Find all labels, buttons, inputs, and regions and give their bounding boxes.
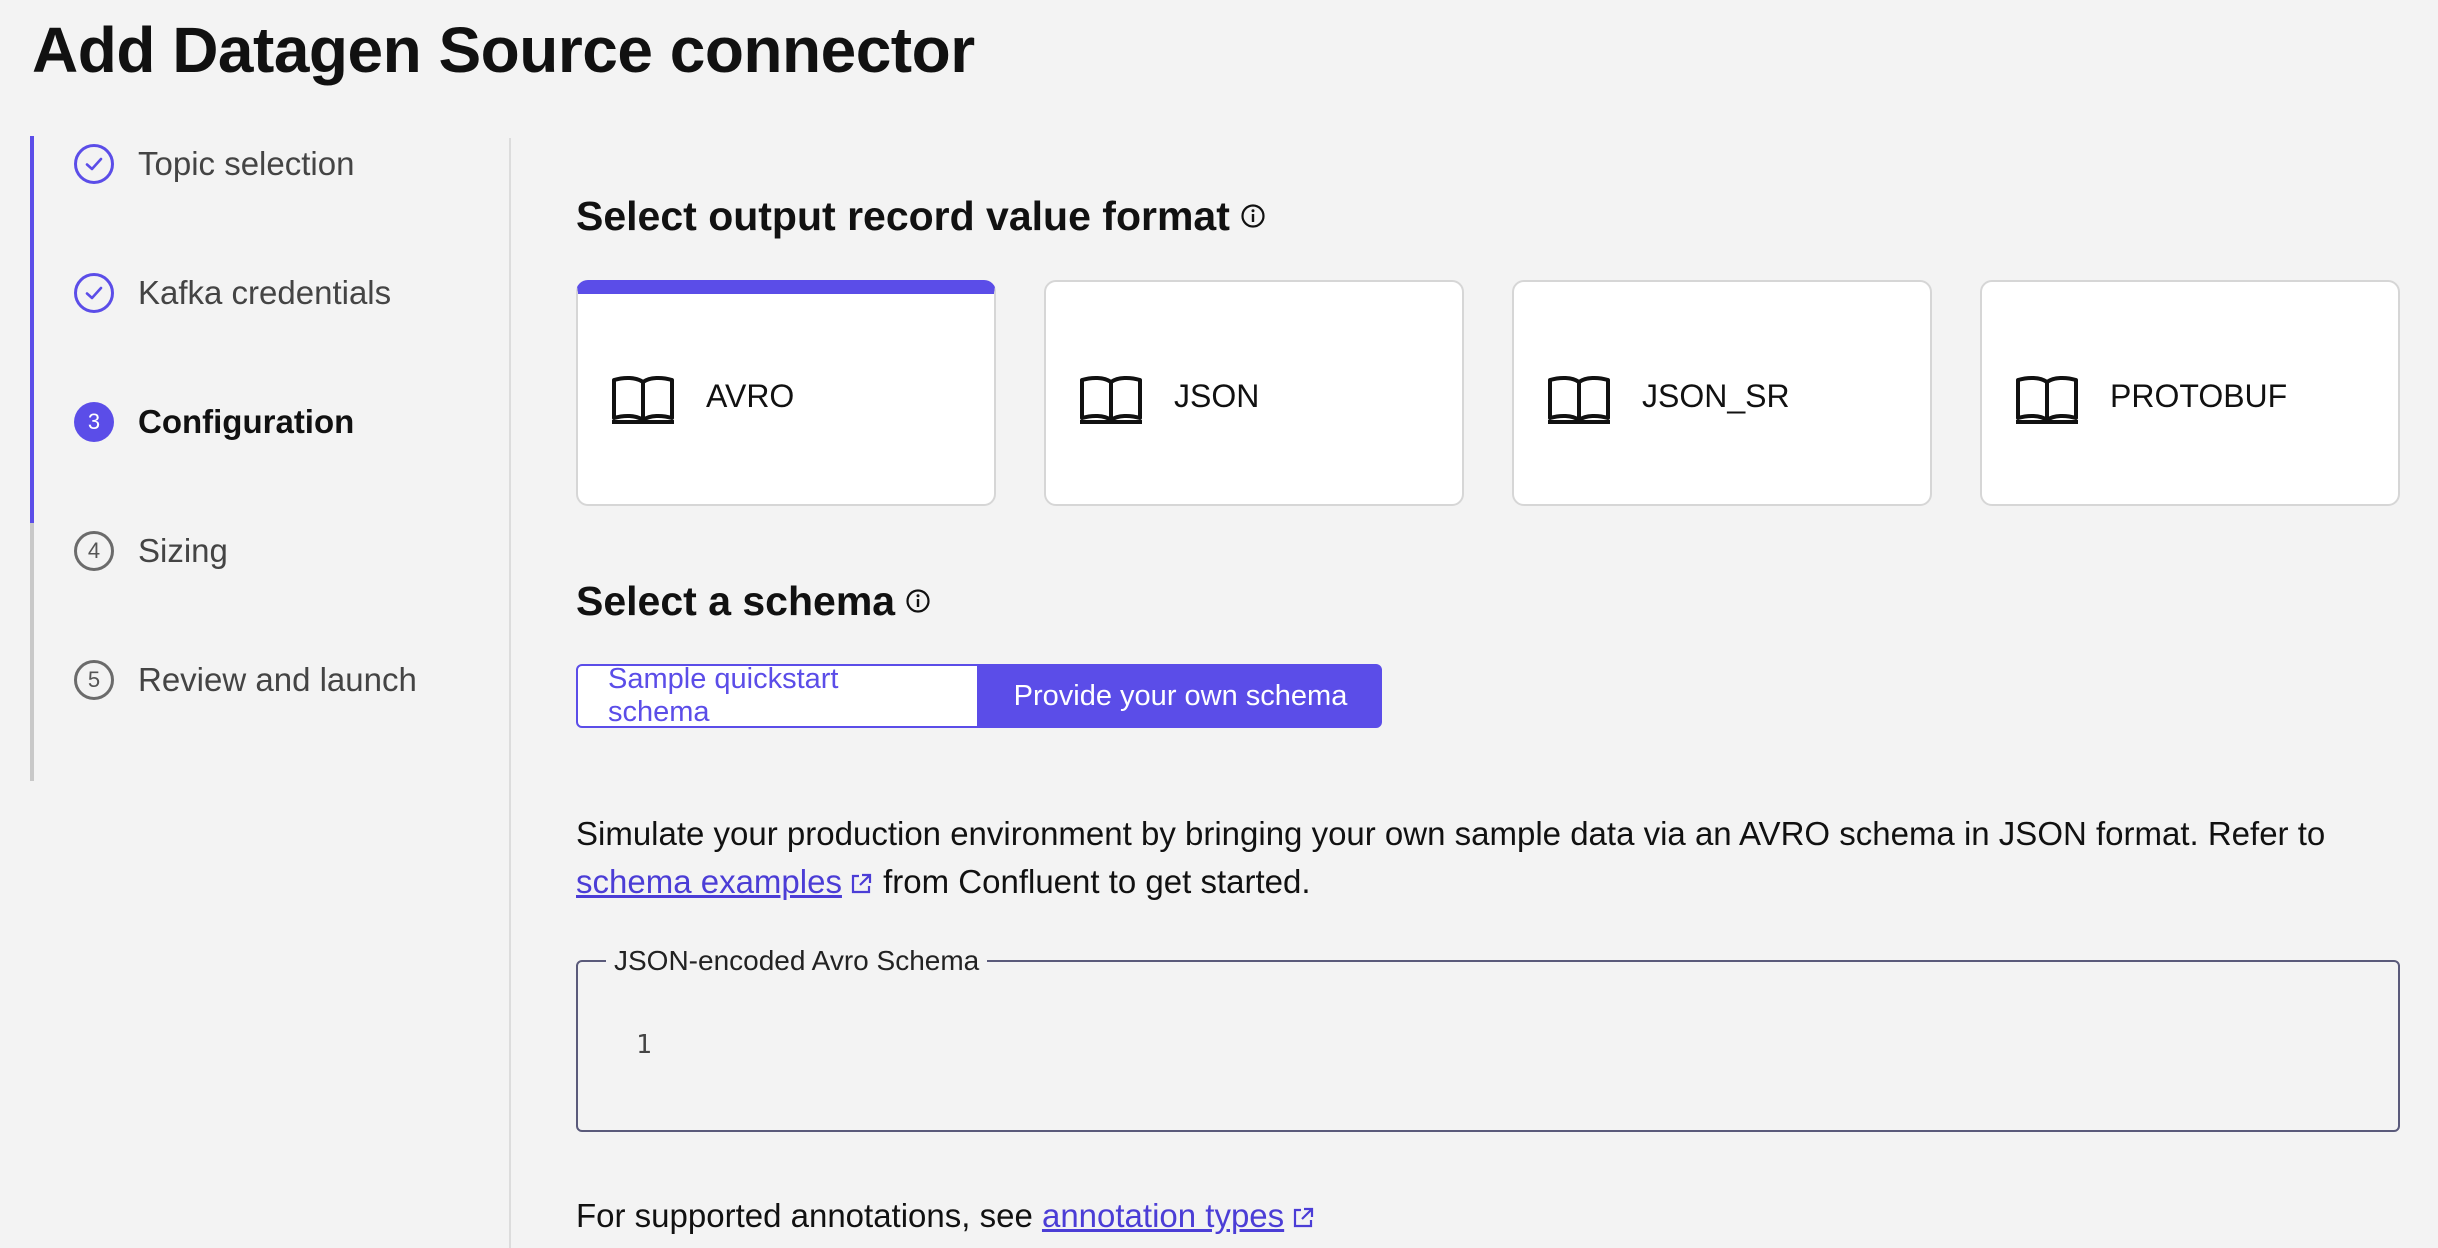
schema-description-text: Simulate your production environment by …: [576, 815, 2326, 852]
annotations-note-text: For supported annotations, see: [576, 1197, 1033, 1234]
sidebar-divider: [509, 138, 511, 1248]
editor-label: JSON-encoded Avro Schema: [606, 946, 988, 976]
step-number-badge: 3: [74, 402, 114, 442]
wizard-stepper: Topic selection Kafka credentials 3 Conf…: [30, 136, 510, 781]
step-label: Configuration: [138, 403, 355, 440]
provide-own-schema-button[interactable]: Provide your own schema: [979, 664, 1382, 728]
step-number-badge: 5: [74, 660, 114, 700]
format-card-label: JSON: [1174, 378, 1260, 414]
step-label: Kafka credentials: [138, 274, 392, 311]
schema-title-text: Select a schema: [576, 578, 896, 624]
avro-schema-editor[interactable]: JSON-encoded Avro Schema 1: [576, 946, 2400, 1132]
book-icon: [1546, 374, 1612, 431]
info-icon[interactable]: [905, 588, 931, 614]
schema-description-suffix: from Confluent to get started.: [883, 863, 1311, 900]
step-sizing[interactable]: 4 Sizing: [30, 523, 510, 652]
schema-examples-link[interactable]: schema examples: [576, 863, 842, 900]
schema-title: Select a schema: [576, 575, 931, 627]
step-number-badge: 4: [74, 531, 114, 571]
annotations-note: For supported annotations, see annotatio…: [576, 1192, 1316, 1244]
page-title: Add Datagen Source connector: [32, 14, 975, 86]
info-icon[interactable]: [1240, 203, 1266, 229]
external-link-icon: [1290, 1196, 1316, 1244]
format-card-avro[interactable]: AVRO: [576, 280, 996, 506]
output-format-title: Select output record value format: [576, 190, 1266, 242]
step-label: Review and launch: [138, 661, 417, 698]
check-circle-icon: [74, 273, 114, 313]
format-card-json-sr[interactable]: JSON_SR: [1512, 280, 1932, 506]
step-kafka-credentials[interactable]: Kafka credentials: [30, 265, 510, 394]
step-topic-selection[interactable]: Topic selection: [30, 136, 510, 265]
book-icon: [1078, 374, 1144, 431]
step-configuration[interactable]: 3 Configuration: [30, 394, 510, 523]
format-card-label: PROTOBUF: [2110, 378, 2288, 414]
sample-quickstart-schema-button[interactable]: Sample quickstart schema: [576, 663, 979, 728]
book-icon: [610, 374, 676, 431]
format-card-json[interactable]: JSON: [1044, 280, 1464, 506]
schema-description: Simulate your production environment by …: [576, 810, 2396, 910]
step-label: Topic selection: [138, 145, 355, 182]
output-format-title-text: Select output record value format: [576, 193, 1230, 239]
format-card-label: JSON_SR: [1642, 378, 1790, 414]
format-card-label: AVRO: [706, 378, 795, 414]
check-circle-icon: [74, 144, 114, 184]
book-icon: [2014, 374, 2080, 431]
line-number: 1: [636, 1030, 652, 1060]
schema-source-toggle: Sample quickstart schema Provide your ow…: [576, 663, 1382, 728]
step-label: Sizing: [138, 532, 228, 569]
step-review-and-launch[interactable]: 5 Review and launch: [30, 652, 510, 781]
external-link-icon: [848, 862, 874, 910]
format-card-protobuf[interactable]: PROTOBUF: [1980, 280, 2400, 506]
annotation-types-link[interactable]: annotation types: [1042, 1197, 1284, 1234]
